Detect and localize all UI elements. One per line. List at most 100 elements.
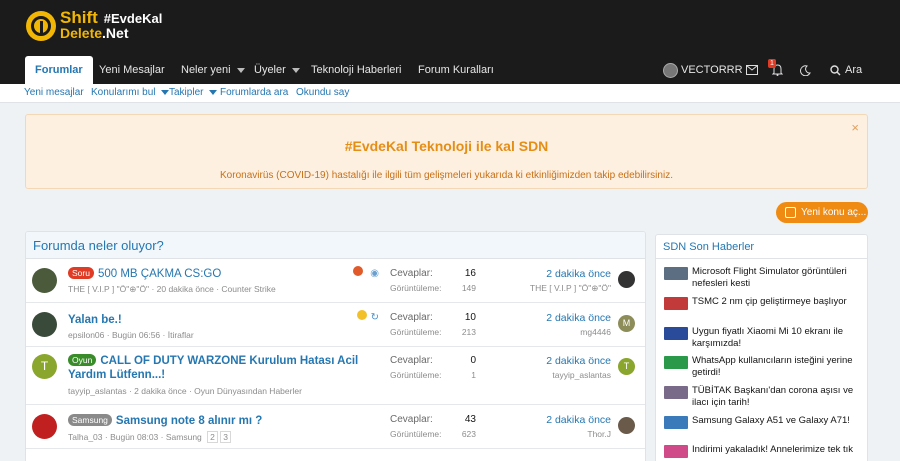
subnav-takipler[interactable]: Takipler [169,87,218,98]
subnav-yeni-mesajlar[interactable]: Yeni mesajlar [24,87,84,98]
views-label: Görüntüleme: [390,283,442,293]
thread-forum[interactable]: Oyun Dünyasından Haberler [194,386,302,396]
page-link[interactable]: 2 [207,431,218,443]
tab-uyeler[interactable]: Üyeler [244,56,310,84]
news-sidebar: SDN Son Haberler Microsoft Flight Simula… [655,234,868,461]
avatar[interactable] [32,312,57,337]
thread-row[interactable]: Yalan be.! epsilon06 · Bugün 06:56 · İti… [26,304,645,347]
bell-icon[interactable]: 1 [768,56,783,84]
thread-row[interactable]: Samsung Samsung note 8 alınır mı ? Talha_… [26,406,645,449]
page-link[interactable]: 3 [220,431,231,443]
edit-icon [785,207,796,218]
last-post-time[interactable]: 2 dakika önce [546,414,611,426]
last-poster-avatar[interactable] [618,417,635,434]
subnav-okundu-say[interactable]: Okundu say [296,87,349,98]
inbox-icon[interactable] [746,56,758,84]
user-avatar [663,62,678,78]
smile-emoji-icon [356,310,367,320]
user-menu[interactable]: VECTORRR [663,56,743,84]
tab-neler-yeni[interactable]: Neler yeni [171,56,255,84]
prefix-badge: Soru [68,267,94,279]
close-icon[interactable]: × [851,120,859,135]
avatar[interactable] [32,268,57,293]
last-poster-avatar[interactable] [618,271,635,288]
site-header: Shift #EvdeKal Delete.Net [0,0,900,56]
last-post-time[interactable]: 2 dakika önce [546,355,611,367]
tab-teknoloji-haberleri[interactable]: Teknoloji Haberleri [301,56,412,84]
thread-title-line[interactable]: Samsung Samsung note 8 alınır mı ? [68,414,262,428]
news-item[interactable]: TSMC 2 nm çip geliştirmeye başlıyor [664,296,864,310]
replies-label: Cevaplar: [390,355,433,366]
site-logo[interactable]: Shift #EvdeKal Delete.Net [26,8,162,41]
subnav-takipler-label: Takipler [169,87,204,98]
last-poster-avatar[interactable]: M [618,315,635,332]
thread-title[interactable]: Yalan be.! [68,314,122,326]
tab-forumlar[interactable]: Forumlar [25,56,93,84]
thread-time: 2 dakika önce [134,386,187,396]
logo-delete-text: Delete [60,25,103,41]
thread-meta: tayyip_aslantas · 2 dakika önce · Oyun D… [68,386,302,396]
thread-row[interactable]: Soru 500 MB ÇAKMA CS:GO THE [ V.I.P ] "Ö"… [26,260,645,303]
logo-shift-text: Shift [60,8,98,27]
views-label: Görüntüleme: [390,429,442,439]
news-item[interactable]: WhatsApp kullanıcıların isteğini yerine … [664,355,864,379]
avatar[interactable] [32,414,57,439]
thread-title[interactable]: CALL OF DUTY WARZONE Kurulum Hatası Acil… [68,355,358,381]
news-title[interactable]: WhatsApp kullanıcıların isteğini yerine … [692,355,864,379]
last-poster-avatar[interactable]: T [618,358,635,375]
news-item[interactable]: Microsoft Flight Simulator görüntüleri n… [664,266,864,290]
news-title[interactable]: TSMC 2 nm çip geliştirmeye başlıyor [692,296,864,308]
tab-yeni-mesajlar[interactable]: Yeni Mesajlar [89,56,175,84]
news-item[interactable]: TÜBİTAK Başkanı'dan corona aşısı ve ilac… [664,385,864,409]
last-post-user[interactable]: Thor.J [587,429,611,439]
thread-meta: THE [ V.I.P ] "Ö"⊕"Ö" · 20 dakika önce ·… [68,284,276,294]
subnav-forumlarda-ara[interactable]: Forumlarda ara [220,87,288,98]
thread-title-line[interactable]: Oyun CALL OF DUTY WARZONE Kurulum Hatası … [68,354,368,382]
thread-title[interactable]: Samsung note 8 alınır mı ? [116,415,262,427]
new-thread-button[interactable]: Yeni konu aç... [776,202,868,223]
search-button[interactable]: Ara [830,56,862,84]
tab-forum-kurallari[interactable]: Forum Kuralları [408,56,504,84]
sidebar-title[interactable]: SDN Son Haberler [656,235,867,259]
panel-title[interactable]: Forumda neler oluyor? [26,232,645,259]
last-post-user[interactable]: tayyip_aslantas [552,370,611,380]
news-title[interactable]: Microsoft Flight Simulator görüntüleri n… [692,266,864,290]
news-title[interactable]: Uygun fiyatlı Xiaomi Mi 10 ekranı ile ka… [692,326,864,350]
replies-count: 43 [464,414,476,425]
thread-author[interactable]: tayyip_aslantas [68,386,127,396]
replies-label: Cevaplar: [390,268,433,279]
main-nav: Forumlar Yeni Mesajlar Neler yeni Üyeler… [0,56,900,84]
tab-neler-yeni-label: Neler yeni [181,64,231,76]
news-thumbnail [664,297,688,310]
news-title[interactable]: Indirimi yakaladık! Annelerimize tek tık [692,444,864,456]
thread-forum[interactable]: Samsung [166,432,202,442]
thread-forum[interactable]: İtiraflar [168,330,194,340]
thread-row[interactable]: T Oyun CALL OF DUTY WARZONE Kurulum Hatas… [26,348,645,405]
replies-count: 10 [464,312,476,323]
thread-title[interactable]: 500 MB ÇAKMA CS:GO [98,268,221,280]
thread-title-line[interactable]: Yalan be.! [68,313,122,327]
last-post-user[interactable]: mg4446 [580,327,611,337]
news-item[interactable]: Indirimi yakaladık! Annelerimize tek tık [664,444,864,458]
chevron-down-icon[interactable] [291,67,300,73]
views-label: Görüntüleme: [390,327,442,337]
last-post-user[interactable]: THE [ V.I.P ] "Ö"⊕"Ö" [530,283,611,294]
thread-forum[interactable]: Counter Strike [221,284,275,294]
news-item[interactable]: Samsung Galaxy A51 ve Galaxy A71! [664,415,864,429]
last-post-time[interactable]: 2 dakika önce [546,268,611,280]
latest-threads-panel: Forumda neler oluyor? Soru 500 MB ÇAKMA C… [25,231,646,461]
avatar[interactable]: T [32,354,57,379]
thread-meta: epsilon06 · Bugün 06:56 · İtiraflar [68,330,194,340]
replies-label: Cevaplar: [390,312,433,323]
last-post-time[interactable]: 2 dakika önce [546,312,611,324]
thread-time: Bugün 08:03 [110,432,159,442]
news-title[interactable]: TÜBİTAK Başkanı'dan corona aşısı ve ilac… [692,385,864,409]
thread-author[interactable]: epsilon06 [68,330,104,340]
news-item[interactable]: Uygun fiyatlı Xiaomi Mi 10 ekranı ile ka… [664,326,864,350]
subnav-konularimi-bul[interactable]: Konularımı bul [91,87,170,98]
news-title[interactable]: Samsung Galaxy A51 ve Galaxy A71! [692,415,864,427]
thread-author[interactable]: THE [ V.I.P ] "Ö"⊕"Ö" [68,284,149,294]
thread-author[interactable]: Talha_03 [68,432,103,442]
moon-icon[interactable] [800,56,811,84]
thread-title-line[interactable]: Soru 500 MB ÇAKMA CS:GO [68,267,221,281]
